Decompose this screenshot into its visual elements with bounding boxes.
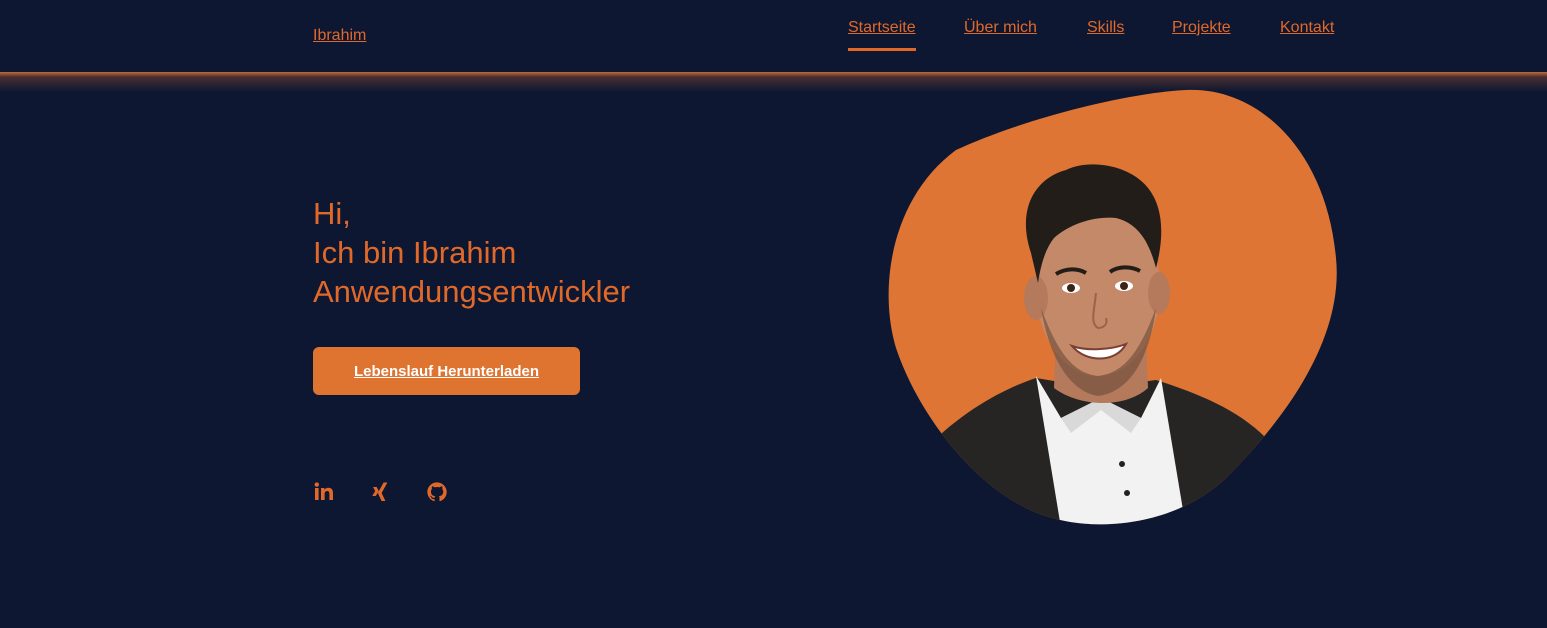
github-icon[interactable] bbox=[426, 481, 448, 503]
xing-icon[interactable] bbox=[369, 481, 391, 503]
nav-ueber-mich[interactable]: Über mich bbox=[964, 19, 1037, 37]
nav-projekte[interactable]: Projekte bbox=[1172, 19, 1231, 37]
hero-role: Anwendungsentwickler bbox=[313, 274, 631, 309]
nav-startseite[interactable]: Startseite bbox=[848, 19, 916, 51]
download-cv-button[interactable]: Lebenslauf Herunterladen bbox=[313, 347, 580, 395]
hero-heading: Hi, Ich bin Ibrahim Anwendungsentwickler bbox=[313, 194, 630, 311]
nav-skills[interactable]: Skills bbox=[1087, 19, 1124, 37]
profile-photo bbox=[886, 88, 1338, 528]
site-header: Ibrahim Startseite Über mich Skills Proj… bbox=[0, 0, 1547, 72]
linkedin-icon[interactable] bbox=[313, 481, 335, 503]
hero-greeting: Hi, bbox=[313, 196, 351, 231]
logo-link[interactable]: Ibrahim bbox=[313, 27, 366, 45]
nav-kontakt[interactable]: Kontakt bbox=[1280, 19, 1334, 37]
hero-intro: Ich bin Ibrahim bbox=[313, 235, 517, 270]
